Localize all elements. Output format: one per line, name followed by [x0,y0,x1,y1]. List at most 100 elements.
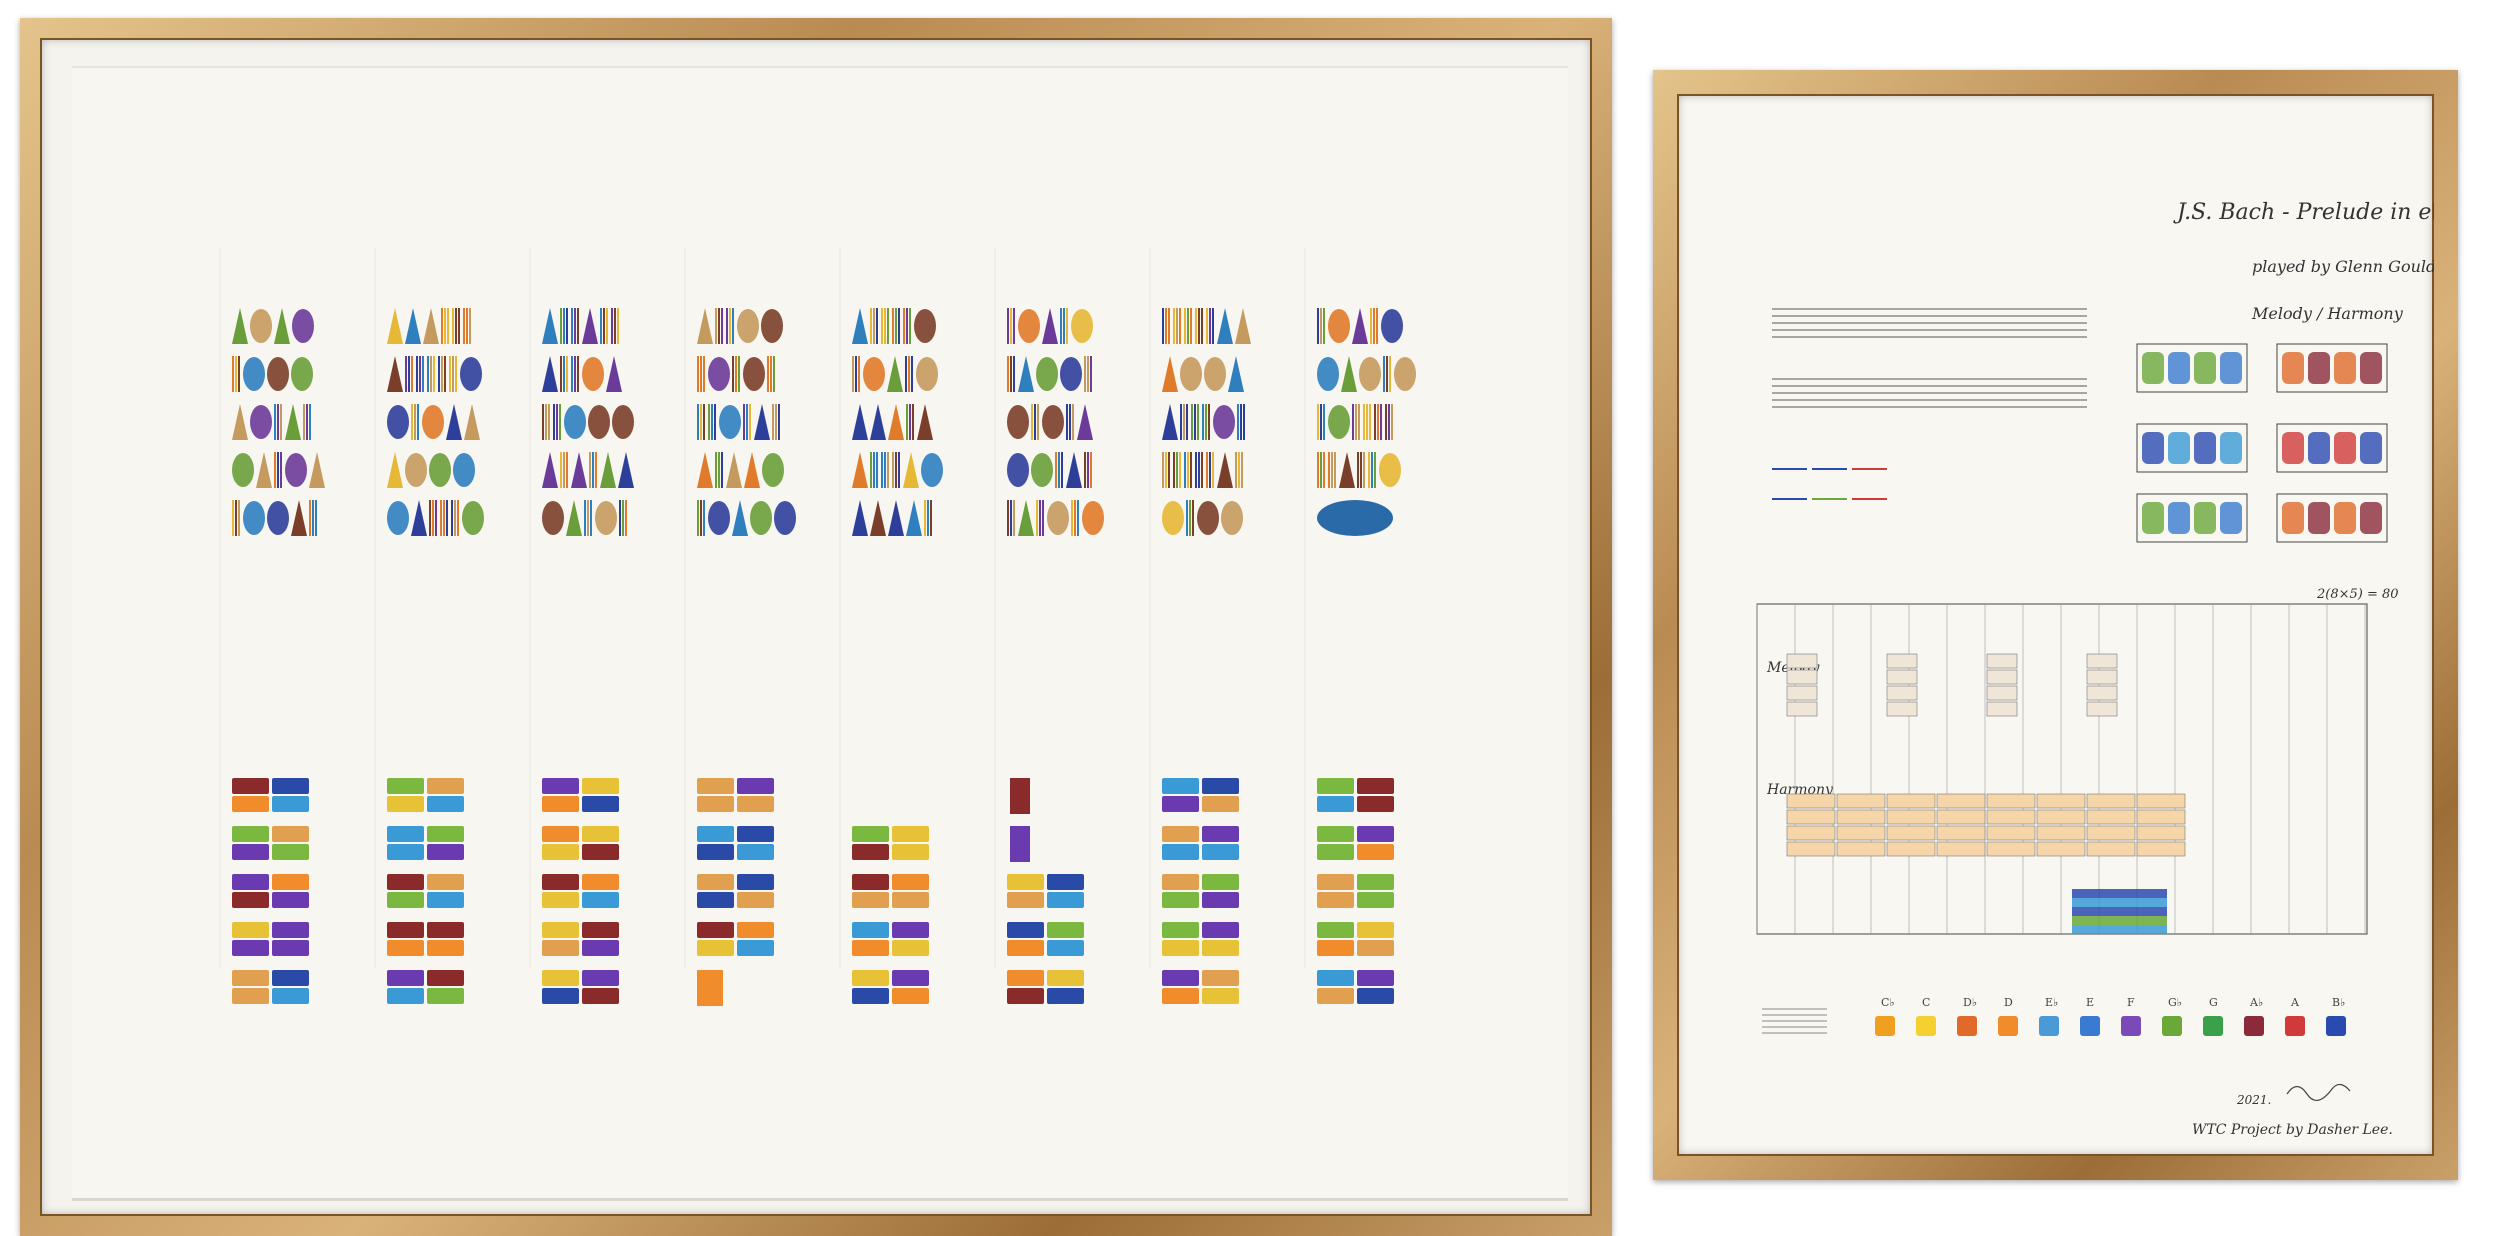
triangle-shape [600,452,616,488]
color-block [232,940,269,956]
table-cell [2036,825,2086,841]
stripe-shape [303,404,305,440]
sketch-color-mark [2142,432,2164,464]
stripe-shape [1363,452,1365,488]
ellipse-shape [285,453,307,487]
color-block [737,826,774,842]
color-block [1007,892,1044,908]
color-block [387,940,424,956]
stripe-shape [924,500,926,536]
triangle-shape [542,452,558,488]
color-block [582,778,619,794]
color-block [697,844,734,860]
stripe-shape [749,404,751,440]
score-subtitle: played by Glenn Gould. [2252,257,2434,276]
triangle-shape [571,452,587,488]
color-block [1162,844,1199,860]
stripe-shape [584,500,586,536]
triangle-shape [697,452,713,488]
ellipse-shape [542,501,564,535]
color-block [1162,988,1199,1004]
ellipse-shape [1180,357,1202,391]
ellipse-shape [921,453,943,487]
table-cell [1986,825,2036,841]
stripe-shape [697,356,699,392]
color-block [1317,922,1354,938]
stripe-shape [873,308,875,344]
note-color-swatch [1998,1016,2018,1036]
color-block [272,844,309,860]
color-block [272,826,309,842]
stripe-shape [905,356,907,392]
stripe-shape [1061,452,1063,488]
triangle-shape [870,404,886,440]
color-block [697,970,723,1006]
color-block [232,796,269,812]
table-cell [1786,701,1818,717]
color-block [1202,826,1239,842]
stripe-shape [746,404,748,440]
stripe-shape [1180,404,1182,440]
stripe-shape [444,308,446,344]
color-block [272,796,309,812]
note-color-swatch [2203,1016,2223,1036]
color-block [387,874,424,890]
ellipse-shape [1379,453,1401,487]
note-name-label: D [2004,996,2013,1009]
ellipse-shape [582,357,604,391]
score-label: Melody / Harmony [2251,304,2404,323]
ellipse-shape [708,357,730,391]
table-cell [1986,685,2018,701]
stripe-shape [1201,452,1203,488]
stripe-shape [1036,500,1038,536]
triangle-shape [754,404,770,440]
stripe-shape [700,404,702,440]
table-cell [1886,793,1936,809]
stripe-shape [427,356,429,392]
stripe-shape [700,500,702,536]
ellipse-shape [387,405,409,439]
stripe-shape [908,356,910,392]
stripe-shape [617,308,619,344]
triangle-shape [1217,308,1233,344]
stripe-shape [1243,404,1245,440]
stripe-shape [238,500,240,536]
color-block [1202,844,1239,860]
stripe-shape [577,356,579,392]
triangle-shape [870,500,886,536]
stripe-shape [884,308,886,344]
stripe-shape [1066,404,1068,440]
note-color-swatch [2244,1016,2264,1036]
color-block [542,796,579,812]
stripe-shape [1205,404,1207,440]
color-block [1202,988,1239,1004]
table-cell [2136,793,2186,809]
stripe-shape [571,356,573,392]
color-block [1162,826,1199,842]
stripe-sample [2072,907,2167,916]
stripe-shape [466,308,468,344]
color-block [697,892,734,908]
color-block [1007,970,1044,986]
stripe-shape [1187,452,1189,488]
color-block [697,922,734,938]
sketch-color-mark [2360,502,2382,534]
right-artwork-paper: J.S. Bach - Prelude in e♭ minor BWV 853 … [1677,94,2434,1156]
stripe-shape [1192,500,1194,536]
color-block [852,892,889,908]
color-block [1357,844,1394,860]
stripe-shape [1385,404,1387,440]
stripe-shape [438,356,440,392]
color-block [427,892,464,908]
sketch-box [2276,423,2388,473]
stripe-shape [703,500,705,536]
triangle-shape [542,356,558,392]
stripe-shape [1366,404,1368,440]
shape-pattern-column [387,308,484,536]
triangle-shape [256,452,272,488]
stripe-shape [1194,404,1196,440]
ellipse-shape [1394,357,1416,391]
color-block [697,874,734,890]
color-block [697,796,734,812]
stripe-shape [1370,308,1372,344]
